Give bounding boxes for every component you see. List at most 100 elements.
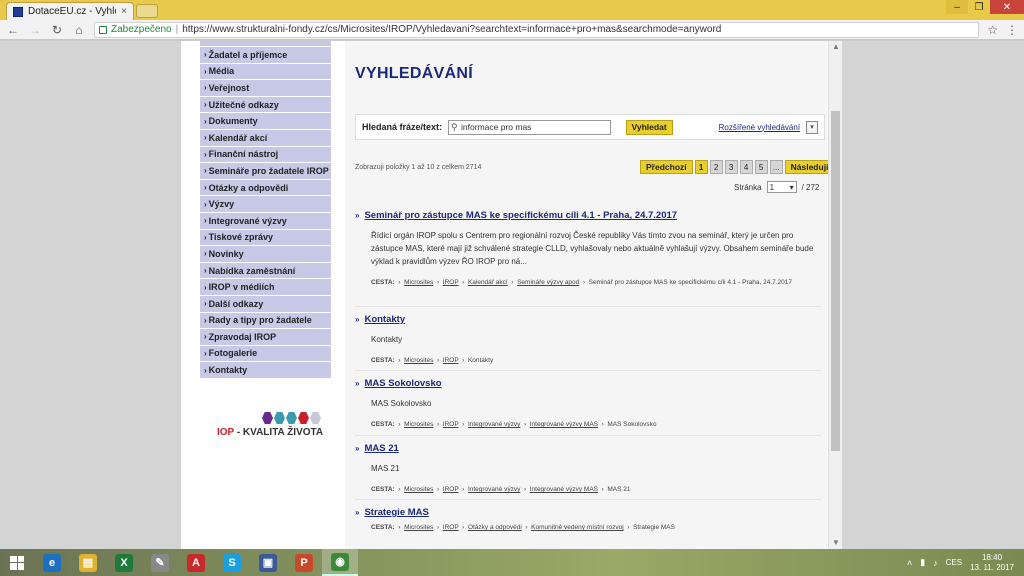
advanced-search-link[interactable]: Rozšířené vyhledávání	[719, 123, 800, 132]
sidebar-item[interactable]: › Kontakty	[200, 362, 331, 379]
path-link[interactable]: Integrované výzvy MAS	[530, 486, 598, 493]
network-icon[interactable]: ▮	[920, 557, 925, 568]
path-link[interactable]: Microsites	[404, 279, 433, 286]
double-chevron-icon: »	[355, 315, 360, 324]
favicon-icon	[13, 6, 23, 17]
path-link[interactable]: IROP	[443, 421, 459, 428]
logo-hexagons	[262, 412, 321, 424]
path-link[interactable]: IROP	[443, 524, 459, 531]
path-link[interactable]: IROP	[443, 357, 459, 364]
path-link[interactable]: Microsites	[404, 524, 433, 531]
taskbar-paint-icon[interactable]: ✎	[142, 549, 178, 576]
result-title-link[interactable]: MAS Sokolovsko	[364, 378, 441, 389]
sidebar-item[interactable]: › Integrované výzvy	[200, 212, 331, 230]
star-icon[interactable]: ☆	[987, 23, 998, 37]
sidebar-item[interactable]: › Tiskové zprávy	[200, 229, 331, 247]
forward-icon[interactable]: →	[28, 23, 42, 37]
sidebar-item[interactable]: › Rady a tipy pro žadatele	[200, 312, 331, 330]
scroll-up-icon[interactable]: ▲	[829, 41, 843, 53]
path-link[interactable]: Microsites	[404, 421, 433, 428]
sidebar-item[interactable]: › Zpravodaj IROP	[200, 329, 331, 346]
scroll-down-icon[interactable]: ▼	[829, 537, 843, 549]
address-bar[interactable]: Zabezpečeno | https://www.strukturalni-f…	[94, 21, 980, 38]
system-tray: ˄ ▮ ♪ CES 18:40 13. 11. 2017	[907, 553, 1024, 573]
chevron-down-icon[interactable]: ▾	[806, 120, 818, 134]
scrollbar[interactable]: ▲ ▼	[828, 41, 842, 549]
volume-icon[interactable]: ♪	[933, 558, 938, 568]
path-link[interactable]: IROP	[443, 486, 459, 493]
minimize-icon[interactable]: –	[946, 0, 968, 14]
clock[interactable]: 18:40 13. 11. 2017	[970, 553, 1014, 573]
taskbar-powerpoint-icon[interactable]: P	[286, 549, 322, 576]
result-path: CESTA: › Microsites › IROP › Kalendář ak…	[371, 279, 793, 286]
taskbar-acrobat-icon[interactable]: A	[178, 549, 214, 576]
reload-icon[interactable]: ↻	[50, 23, 64, 37]
path-link[interactable]: Kalendář akcí	[468, 279, 508, 286]
results-info: Zobrazuji položky 1 až 10 z celkem 2714	[355, 164, 482, 171]
sidebar-item[interactable]: › Finanční nástroj	[200, 146, 331, 164]
page-content: › Žadatel a příjemce › Média › Veřejnost › Užit…	[181, 41, 842, 549]
taskbar-save-icon[interactable]: ▣	[250, 549, 286, 576]
taskbar-windows-explorer-icon[interactable]: e	[34, 549, 70, 576]
hexagon-icon	[274, 412, 285, 424]
sidebar-item[interactable]: › Veřejnost	[200, 80, 331, 97]
result-title-link[interactable]: MAS 21	[364, 443, 398, 454]
page-number-button[interactable]: 5	[754, 160, 768, 174]
sidebar-item[interactable]: › Novinky	[200, 246, 331, 263]
sidebar-item[interactable]: › Otázky a odpovědi	[200, 179, 331, 197]
sidebar-item[interactable]: › Dokumenty	[200, 113, 331, 130]
home-icon[interactable]: ⌂	[72, 23, 86, 37]
close-window-icon[interactable]: ✕	[990, 0, 1024, 14]
page-number-button[interactable]: 3	[724, 160, 738, 174]
path-link[interactable]: IROP	[443, 279, 459, 286]
scroll-thumb[interactable]	[831, 111, 840, 451]
taskbar-excel-icon[interactable]: X	[106, 549, 142, 576]
search-result: » MAS 21 MAS 21 CESTA: › Microsites › IROP …	[355, 443, 821, 496]
chevron-right-icon: ›	[204, 282, 207, 292]
menu-icon[interactable]: ⋮	[1006, 23, 1018, 37]
back-icon[interactable]: ←	[6, 23, 20, 37]
sidebar-item[interactable]: › Výzvy	[200, 196, 331, 213]
start-button[interactable]	[0, 549, 34, 576]
path-link[interactable]: Komunitně vedený místní rozvoj	[531, 524, 624, 531]
sidebar-item[interactable]: › Fotogalerie	[200, 345, 331, 363]
sidebar-item[interactable]: › Užitečné odkazy	[200, 96, 331, 114]
path-link[interactable]: Integrované výzvy	[468, 421, 520, 428]
browser-tab[interactable]: DotaceEU.cz - Vyhledáv ×	[6, 2, 134, 20]
page-number-button[interactable]: ...	[769, 160, 783, 174]
taskbar-skype-icon[interactable]: S	[214, 549, 250, 576]
path-link[interactable]: Integrované výzvy	[468, 486, 520, 493]
restore-icon[interactable]: ❐	[968, 0, 990, 14]
taskbar-chrome-icon[interactable]: ◉	[322, 549, 358, 576]
chevron-right-icon: ›	[204, 66, 207, 76]
search-result: » MAS Sokolovsko MAS Sokolovsko CESTA: › Mi…	[355, 378, 821, 431]
tray-up-icon[interactable]: ˄	[907, 558, 912, 568]
sidebar-item[interactable]: › Semináře pro žadatele IROP	[200, 163, 331, 180]
sidebar-item[interactable]: › IROP v médiích	[200, 279, 331, 296]
sidebar-item[interactable]: › Žadatel a příjemce	[200, 47, 331, 64]
page-number-button[interactable]: 4	[739, 160, 753, 174]
sidebar-item[interactable]: › Nabídka zaměstnání	[200, 262, 331, 280]
search-button[interactable]: Vyhledat	[625, 119, 673, 135]
path-link[interactable]: Semináře výzvy apod	[517, 279, 579, 286]
sidebar-item[interactable]: › Další odkazy	[200, 295, 331, 313]
path-link[interactable]: Microsites	[404, 357, 433, 364]
prev-page-button[interactable]: Předchozí	[640, 160, 693, 174]
page-number-button[interactable]: 2	[709, 160, 723, 174]
result-title-link[interactable]: Seminář pro zástupce MAS ke specifickému…	[364, 210, 677, 221]
result-title-link[interactable]: Strategie MAS	[364, 507, 428, 518]
page-select[interactable]: 1 ▾	[766, 181, 797, 193]
new-tab-button[interactable]	[136, 4, 158, 18]
path-link[interactable]: Microsites	[404, 486, 433, 493]
language-indicator[interactable]: CES	[946, 558, 962, 567]
page-number-button[interactable]: 1	[694, 160, 708, 174]
sidebar-item[interactable]: › Média	[200, 63, 331, 81]
sidebar-item[interactable]: › Kalendář akcí	[200, 129, 331, 147]
path-current: MAS 21	[607, 486, 631, 493]
path-link[interactable]: Integrované výzvy MAS	[530, 421, 598, 428]
result-title-link[interactable]: Kontakty	[364, 314, 405, 325]
path-link[interactable]: Otázky a odpovědi	[468, 524, 522, 531]
search-input[interactable]: ⚲ informace pro mas	[448, 119, 611, 135]
taskbar-file-explorer-icon[interactable]: ▤	[70, 549, 106, 576]
tab-close-icon[interactable]: ×	[121, 6, 127, 17]
